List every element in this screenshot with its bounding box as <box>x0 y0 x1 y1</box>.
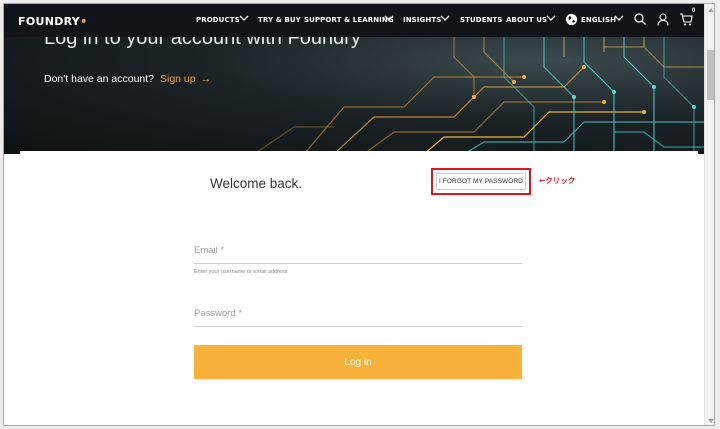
forgot-password-button[interactable]: I FORGOT MY PASSWORD <box>436 173 526 190</box>
welcome-heading: Welcome back. <box>210 176 303 191</box>
nav-products[interactable]: PRODUCTS <box>196 16 240 24</box>
signup-prompt: Don't have an account? Sign up → <box>44 73 211 85</box>
nav-try-buy[interactable]: TRY & BUY <box>258 16 301 24</box>
email-underline <box>194 263 522 264</box>
signup-link[interactable]: Sign up <box>160 73 196 85</box>
password-field[interactable]: Password * <box>194 308 242 319</box>
cart-icon[interactable] <box>679 13 693 26</box>
login-panel: Welcome back. I FORGOT MY PASSWORD ←クリック… <box>20 151 698 425</box>
scrollbar-thumb[interactable] <box>707 50 714 100</box>
search-icon[interactable] <box>634 13 646 25</box>
nav-insights[interactable]: INSIGHTS <box>403 16 441 24</box>
user-icon[interactable] <box>657 13 669 26</box>
vertical-scrollbar[interactable] <box>704 4 714 425</box>
chevron-down-icon[interactable] <box>440 14 450 22</box>
login-button[interactable]: Log in <box>194 345 522 379</box>
chevron-down-icon[interactable] <box>546 14 556 22</box>
globe-icon[interactable] <box>565 13 578 26</box>
circuit-board-image <box>253 37 704 154</box>
hero-banner: Log in to your account with Foundry Don'… <box>4 37 704 154</box>
scroll-down-arrow-icon[interactable] <box>708 419 714 423</box>
cart-count-badge: 0 <box>692 8 696 14</box>
arrow-right-icon[interactable]: → <box>201 73 212 85</box>
language-selector[interactable]: ENGLISH <box>581 16 616 24</box>
email-hint: Enter your username or email address <box>194 269 288 275</box>
browser-window: FOUNDRY• PRODUCTS TRY & BUY SUPPORT & LE… <box>3 3 715 426</box>
nav-about-us[interactable]: ABOUT US <box>506 16 547 24</box>
hero-title: Log in to your account with Foundry <box>44 37 361 49</box>
click-annotation: ←クリック <box>539 176 576 185</box>
email-field[interactable]: Email * <box>194 245 224 256</box>
highlight-box: I FORGOT MY PASSWORD <box>431 168 531 195</box>
chevron-down-icon[interactable] <box>614 14 624 22</box>
chevron-down-icon[interactable] <box>384 14 394 22</box>
top-navbar: FOUNDRY• PRODUCTS TRY & BUY SUPPORT & LE… <box>4 4 704 37</box>
scroll-up-arrow-icon[interactable] <box>708 8 714 12</box>
nav-support-learning[interactable]: SUPPORT & LEARNING <box>304 16 394 24</box>
foundry-logo[interactable]: FOUNDRY• <box>18 15 87 28</box>
signup-prompt-text: Don't have an account? <box>44 73 154 85</box>
nav-students[interactable]: STUDENTS <box>460 16 503 24</box>
chevron-down-icon[interactable] <box>239 14 249 22</box>
password-underline <box>194 326 522 327</box>
